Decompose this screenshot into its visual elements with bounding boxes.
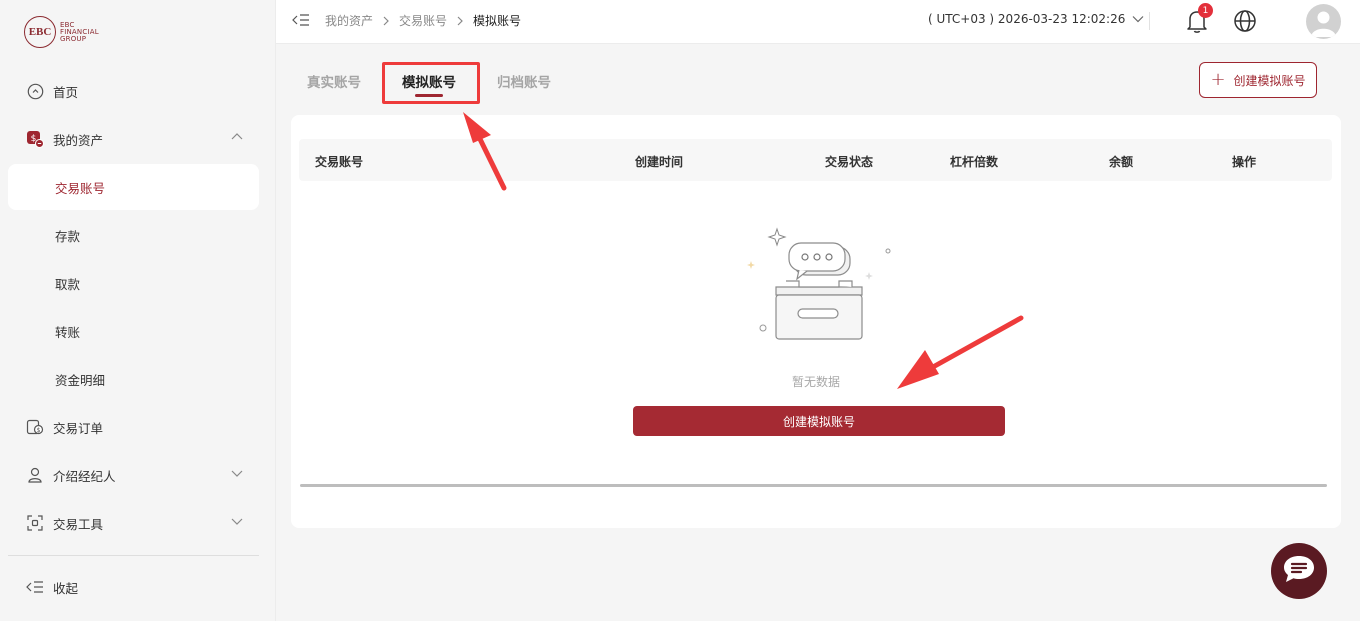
wallet-icon: $ (26, 130, 44, 148)
tools-icon (26, 514, 44, 532)
accounts-table-card: 交易账号 创建时间 交易状态 杠杆倍数 余额 操作 暂无数据 创建模拟账号 (291, 115, 1341, 528)
breadcrumb-item[interactable]: 我的资产 (325, 12, 373, 29)
account-tabs: 真实账号 模拟账号 归档账号 + 创建模拟账号 (276, 44, 1360, 116)
empty-box-illustration (739, 225, 899, 359)
sidebar-item-label: 我的资产 (53, 132, 104, 148)
sidebar-item-trading-account[interactable]: 交易账号 (8, 164, 259, 210)
breadcrumb-item[interactable]: 交易账号 (399, 12, 447, 29)
sidebar-item-trade-orders[interactable]: $ 交易订单 (8, 404, 259, 450)
svg-text:$: $ (37, 427, 41, 434)
chevron-right-icon (382, 16, 390, 26)
sidebar-item-introducing-broker[interactable]: 介绍经纪人 (8, 452, 259, 498)
sidebar-item-label: 首页 (53, 84, 79, 100)
button-label: 创建模拟账号 (1233, 73, 1306, 88)
chevron-down-icon (231, 515, 243, 530)
create-demo-account-button[interactable]: + 创建模拟账号 (1199, 62, 1317, 98)
plus-icon: + (1210, 69, 1226, 90)
timezone-selector[interactable]: ( UTC+03 ) 2026-03-23 12:02:26 (928, 12, 1144, 26)
person-icon (26, 466, 44, 484)
collapse-label: 收起 (53, 580, 79, 596)
chevron-down-icon (1132, 15, 1144, 23)
column-header: 交易状态 (825, 155, 874, 169)
chevron-down-icon (231, 467, 243, 482)
collapse-menu-icon (26, 578, 44, 596)
chevron-up-icon (231, 131, 243, 146)
timezone-text: ( UTC+03 ) 2026-03-23 12:02:26 (928, 12, 1126, 26)
sidebar-collapse[interactable]: 收起 (8, 564, 259, 610)
sidebar-item-label: 交易工具 (53, 516, 104, 532)
column-header: 操作 (1232, 155, 1257, 169)
header-divider (1149, 12, 1150, 30)
chat-support-button[interactable] (1271, 543, 1327, 599)
sidebar-item-label: 资金明细 (55, 372, 106, 388)
globe-icon[interactable] (1233, 9, 1257, 37)
active-tab-indicator (415, 94, 443, 97)
sidebar-item-trading-tools[interactable]: 交易工具 (8, 500, 259, 546)
horizontal-scrollbar[interactable] (300, 484, 1327, 487)
sidebar-item-label: 存款 (55, 228, 81, 244)
sidebar-item-label: 交易订单 (53, 420, 104, 436)
chevron-right-icon (456, 16, 464, 26)
chat-bubble-icon (1282, 554, 1316, 588)
sidebar-item-label: 交易账号 (55, 180, 106, 196)
column-header: 创建时间 (635, 155, 684, 169)
breadcrumb-current: 模拟账号 (473, 14, 522, 28)
sidebar-item-my-assets[interactable]: $ 我的资产 (8, 116, 259, 162)
sidebar-item-deposit[interactable]: 存款 (8, 212, 259, 258)
column-header: 交易账号 (315, 155, 364, 169)
column-header: 杠杆倍数 (950, 155, 999, 169)
sidebar: EBC EBC FINANCIAL GROUP 首页 $ 我的资产 交易账号 存… (0, 0, 276, 621)
logo[interactable]: EBC EBC FINANCIAL GROUP (24, 16, 99, 48)
orders-icon: $ (26, 418, 44, 436)
breadcrumb: 我的资产 交易账号 模拟账号 (325, 12, 521, 29)
sidebar-item-label: 介绍经纪人 (53, 468, 116, 484)
logo-mark: EBC (24, 16, 56, 48)
sidebar-item-fund-details[interactable]: 资金明细 (8, 356, 259, 402)
collapse-menu-icon[interactable] (292, 13, 310, 31)
create-demo-account-main-button[interactable]: 创建模拟账号 (633, 406, 1005, 436)
sidebar-item-home[interactable]: 首页 (8, 68, 259, 114)
logo-text: EBC FINANCIAL GROUP (60, 20, 99, 43)
home-icon (26, 82, 44, 100)
sidebar-divider (8, 555, 259, 556)
tab-demo-account[interactable]: 模拟账号 (402, 71, 456, 91)
table-header: 交易账号 创建时间 交易状态 杠杆倍数 余额 操作 (299, 139, 1332, 181)
sidebar-item-withdraw[interactable]: 取款 (8, 260, 259, 306)
tab-archived-account[interactable]: 归档账号 (497, 71, 551, 91)
top-header: 我的资产 交易账号 模拟账号 ( UTC+03 ) 2026-03-23 12:… (276, 0, 1360, 44)
sidebar-item-label: 转账 (55, 324, 81, 340)
empty-state-text: 暂无数据 (791, 375, 840, 389)
column-header: 余额 (1109, 155, 1134, 169)
avatar[interactable] (1306, 4, 1341, 39)
notification-badge: 1 (1198, 3, 1213, 18)
sidebar-item-transfer[interactable]: 转账 (8, 308, 259, 354)
sidebar-item-label: 取款 (55, 276, 81, 292)
tab-real-account[interactable]: 真实账号 (307, 71, 361, 91)
